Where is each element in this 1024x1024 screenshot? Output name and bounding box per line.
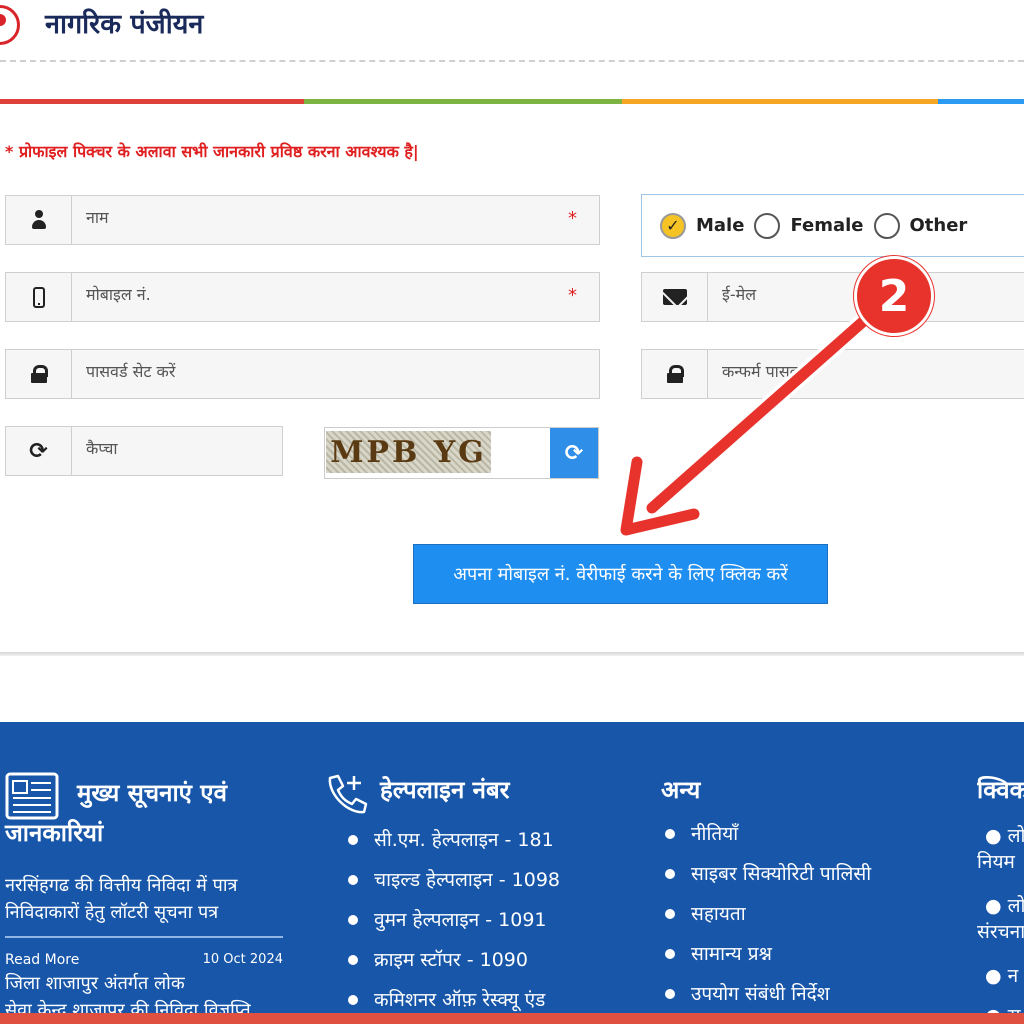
helpline-item[interactable]: क्राइम स्टॉपर - 1090 [348,940,560,980]
news-divider [5,936,283,938]
password-field-group: पासवर्ड सेट करें [5,349,600,399]
helpline-title: हेल्पलाइन नंबर [380,776,510,804]
email-placeholder: ई-मेल [722,285,757,304]
footer-quick-column: क्विक ● लो नियम ● लो संरचना ● न ● स [977,774,1024,1024]
page-title: नागरिक पंजीयन [45,9,204,40]
password-addon [6,350,72,398]
helpline-item[interactable]: वुमन हेल्पलाइन - 1091 [348,900,560,940]
other-link[interactable]: सामान्य प्रश्न [665,934,871,974]
quick-title: क्विक [977,776,1024,804]
other-list: नीतियाँ साइबर सिक्योरिटी पालिसी सहायता स… [665,814,871,1014]
news-list: नरसिंहगढ की वित्तीय निविदा में पात्र निव… [5,872,285,1024]
required-star: * [568,285,577,306]
password-placeholder: पासवर्ड सेट करें [86,362,176,381]
quick-link[interactable]: ● लो [977,892,1024,918]
gender-female-option[interactable]: Female [754,212,864,239]
quick-link[interactable]: संरचना [977,918,1024,962]
other-title: अन्य [661,776,701,804]
other-link[interactable]: उपयोग संबंधी निर्देश [665,974,871,1014]
gender-male-label: Male [696,215,745,236]
footer-other-column: अन्य नीतियाँ साइबर सिक्योरिटी पालिसी सहा… [661,774,961,1005]
mobile-phone-icon [32,286,45,308]
form-shadow [0,652,1024,656]
news-item-link[interactable]: निविदाकारों हेतु लॉटरी सूचना पत्र [5,899,285,926]
refresh-icon: ⟳ [564,440,584,466]
step-badge: 2 [854,256,934,336]
password-input[interactable]: पासवर्ड सेट करें [72,350,599,398]
email-addon [642,273,708,321]
confirm-password-addon [642,350,708,398]
gender-male-option[interactable]: ✓ Male [660,212,745,239]
helpline-item[interactable]: सी.एम. हेल्पलाइन - 181 [348,820,560,860]
user-badge-icon [0,5,20,45]
mobile-addon [6,273,72,321]
mobile-input[interactable]: मोबाइल नं. * [72,273,599,321]
dashed-divider [0,60,1024,62]
quick-link[interactable]: ● लो [977,822,1024,848]
news-item-link[interactable]: नरसिंहगढ की वित्तीय निविदा में पात्र [5,872,285,899]
color-bar [0,99,1024,104]
name-placeholder: नाम [86,208,109,227]
news-item-link[interactable]: जिला शाजापुर अंतर्गत लोक [5,970,285,997]
site-footer: मुख्य सूचनाएं एवं जानकारियां नरसिंहगढ की… [0,722,1024,1024]
gender-female-label: Female [790,215,864,236]
mobile-placeholder: मोबाइल नं. [86,285,151,304]
name-input[interactable]: नाम * [72,196,599,244]
captcha-addon: ⟳ [6,427,72,475]
news-title-line1: मुख्य सूचनाएं एवं [77,779,227,807]
radio-icon[interactable] [873,212,900,239]
gender-other-option[interactable]: Other [873,212,968,239]
gender-other-label: Other [909,215,968,236]
read-more-link[interactable]: Read More [5,952,79,968]
confirm-password-field-group: कन्फर्म पासवर्ड [641,349,1024,399]
refresh-icon: ⟳ [29,438,48,464]
verify-mobile-button[interactable]: अपना मोबाइल नं. वेरीफाई करने के लिए क्लि… [413,544,828,604]
email-field-group: ई-मेल [641,272,1024,322]
radio-icon[interactable] [754,212,781,239]
required-note: * प्रोफाइल पिक्चर के अलावा सभी जानकारी प… [5,142,419,161]
news-meta: Read More 10 Oct 2024 [5,952,283,968]
captcha-refresh-button[interactable]: ⟳ [550,428,598,478]
envelope-icon [662,289,687,305]
phone-add-icon [328,774,368,814]
newspaper-icon [5,772,59,820]
confirm-password-placeholder: कन्फर्म पासवर्ड [722,362,808,381]
registration-page: नागरिक पंजीयन * प्रोफाइल पिक्चर के अलावा… [0,0,1024,1024]
captcha-placeholder: कैप्चा [86,439,118,458]
helpline-item[interactable]: चाइल्ड हेल्पलाइन - 1098 [348,860,560,900]
news-title-line2: जानकारियां [5,819,104,847]
confirm-password-input[interactable]: कन्फर्म पासवर्ड [708,350,1024,398]
required-star: * [568,208,577,229]
name-field-group: नाम * [5,195,600,245]
other-link[interactable]: साइबर सिक्योरिटी पालिसी [665,854,871,894]
user-icon [31,210,47,230]
name-addon [6,196,72,244]
news-date: 10 Oct 2024 [202,952,283,967]
captcha-box: MPB YG ⟳ [324,427,599,479]
helpline-list: सी.एम. हेल्पलाइन - 181 चाइल्ड हेल्पलाइन … [348,820,560,1020]
mobile-field-group: मोबाइल नं. * [5,272,600,322]
page-header: नागरिक पंजीयन [0,0,1024,58]
other-link[interactable]: नीतियाँ [665,814,871,854]
lock-icon [666,365,684,383]
captcha-field-group: ⟳ कैप्चा [5,426,283,476]
footer-bottom-bar [0,1013,1024,1024]
other-link[interactable]: सहायता [665,894,871,934]
quick-link[interactable]: नियम [977,848,1024,892]
checkmark-icon[interactable]: ✓ [660,212,686,239]
quick-link[interactable]: ● न [977,962,1024,1002]
gender-radio-group: ✓ Male Female Other [641,194,1024,257]
quick-list: ● लो नियम ● लो संरचना ● न ● स [977,822,1024,1024]
lock-icon [30,365,48,383]
captcha-input[interactable]: कैप्चा [72,427,282,475]
captcha-image: MPB YG [326,431,491,473]
